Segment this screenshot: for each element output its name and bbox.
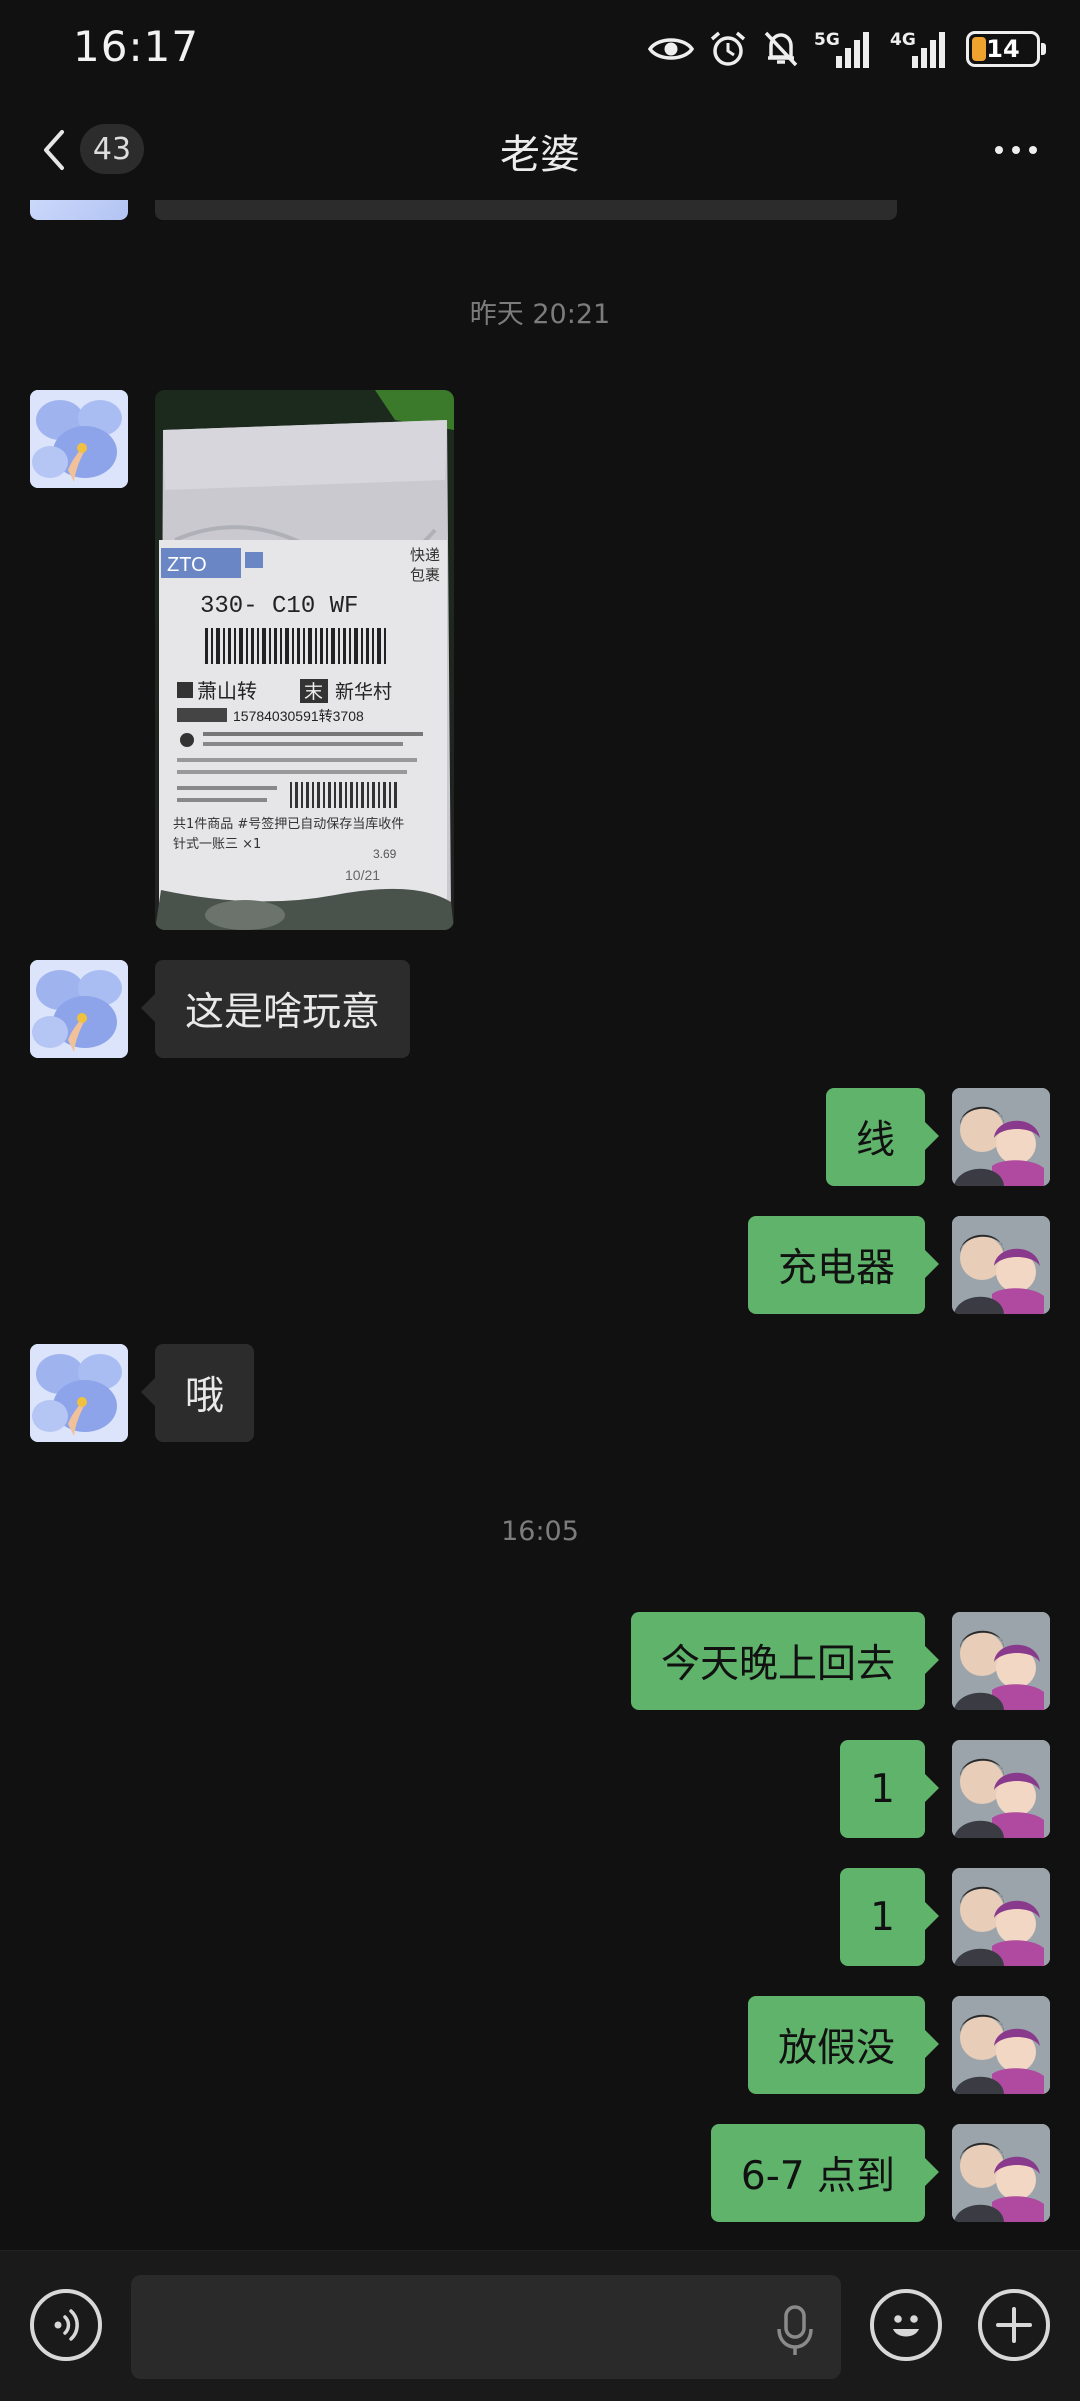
package-label-photo: ZTO 快递 包裹 330- C10 WF 萧山转 末 新华村 15784030… bbox=[155, 390, 454, 930]
previous-message-bubble[interactable] bbox=[155, 200, 897, 220]
avatar-self[interactable] bbox=[952, 1868, 1050, 1966]
message-bubble-outgoing[interactable]: 1 bbox=[840, 1868, 939, 1966]
voice-mode-button[interactable] bbox=[30, 2289, 102, 2361]
dot-icon bbox=[1029, 146, 1037, 154]
signal-5g: 5G bbox=[814, 26, 876, 72]
label-footer2: 针式一账三 ×1 bbox=[173, 837, 261, 852]
message-bubble-outgoing[interactable]: 6-7 点到 bbox=[710, 2124, 940, 2222]
message-bubble-incoming[interactable]: 这是啥玩意 bbox=[140, 960, 411, 1058]
emoji-button[interactable] bbox=[870, 2289, 942, 2361]
label-dest-mid: 末 bbox=[304, 681, 323, 703]
flower-avatar-image bbox=[30, 390, 128, 488]
plus-icon bbox=[996, 2307, 1032, 2343]
label-brand: ZTO bbox=[167, 554, 207, 576]
message-bubble-outgoing[interactable]: 线 bbox=[825, 1088, 940, 1186]
more-functions-button[interactable] bbox=[978, 2289, 1050, 2361]
label-phone: 15784030591转3708 bbox=[233, 708, 364, 724]
status-icons: 5G 4G 14 bbox=[648, 24, 1046, 74]
chat-title: 老婆 bbox=[500, 132, 580, 178]
label-footer: 共1件商品 #号签押已自动保存当库收件 bbox=[173, 816, 404, 832]
avatar-contact[interactable] bbox=[30, 960, 128, 1058]
label-sort-code: 330- C10 WF bbox=[200, 593, 358, 620]
avatar-contact[interactable] bbox=[30, 200, 128, 220]
label-dest2: 新华村 bbox=[335, 681, 392, 703]
label-date: 10/21 bbox=[345, 867, 380, 883]
message-bubble-outgoing[interactable]: 充电器 bbox=[747, 1216, 940, 1314]
flower-avatar-image bbox=[30, 1344, 128, 1442]
avatar-self[interactable] bbox=[952, 1216, 1050, 1314]
input-bar bbox=[0, 2250, 1080, 2401]
avatar-self[interactable] bbox=[952, 1612, 1050, 1710]
signal-bars-icon bbox=[836, 32, 869, 68]
mute-bell-icon bbox=[764, 31, 798, 67]
avatar-self[interactable] bbox=[952, 1740, 1050, 1838]
signal-4g: 4G bbox=[890, 26, 952, 72]
dot-icon bbox=[995, 146, 1003, 154]
message-bubble-outgoing[interactable]: 1 bbox=[840, 1740, 939, 1838]
avatar-self[interactable] bbox=[952, 1088, 1050, 1186]
signal-bars-icon bbox=[912, 32, 945, 68]
label-tag1: 快递 bbox=[410, 546, 440, 564]
more-options-button[interactable] bbox=[984, 128, 1048, 172]
battery-level: 14 bbox=[986, 35, 1020, 63]
couple-avatar-image bbox=[952, 1088, 1050, 1186]
couple-avatar-image bbox=[952, 1612, 1050, 1710]
alarm-icon bbox=[710, 31, 746, 66]
battery-icon: 14 bbox=[966, 31, 1046, 67]
flower-avatar-image bbox=[30, 960, 128, 1058]
chat-header: 43 老婆 bbox=[0, 100, 1080, 200]
dot-icon bbox=[1012, 146, 1020, 154]
smiley-icon bbox=[893, 2315, 919, 2337]
status-time: 16:17 bbox=[73, 22, 200, 71]
message-bubble-incoming[interactable]: 哦 bbox=[140, 1344, 255, 1442]
message-bubble-outgoing[interactable]: 放假没 bbox=[747, 1996, 940, 2094]
label-dest1: 萧山转 bbox=[197, 679, 257, 703]
avatar-contact[interactable] bbox=[30, 390, 128, 488]
avatar-self[interactable] bbox=[952, 1996, 1050, 2094]
label-weight: 3.69 bbox=[373, 847, 397, 861]
timestamp: 昨天 20:21 bbox=[469, 299, 611, 330]
timestamp: 16:05 bbox=[501, 1516, 579, 1547]
voice-waves-icon bbox=[54, 2309, 79, 2341]
label-tag2: 包裹 bbox=[410, 566, 440, 584]
couple-avatar-image bbox=[952, 2124, 1050, 2222]
couple-avatar-image bbox=[952, 1216, 1050, 1314]
couple-avatar-image bbox=[952, 1868, 1050, 1966]
eye-icon bbox=[648, 38, 694, 60]
message-list[interactable]: 昨天 20:21 ZTO 快递 包裹 330- C10 WF 萧山转 末 新华村… bbox=[0, 200, 1080, 2250]
couple-avatar-image bbox=[952, 1740, 1050, 1838]
message-bubble-outgoing[interactable]: 今天晚上回去 bbox=[630, 1612, 940, 1710]
status-bar: 16:17 5G 4G 14 bbox=[0, 0, 1080, 100]
couple-avatar-image bbox=[952, 1996, 1050, 2094]
message-input[interactable] bbox=[131, 2275, 841, 2379]
photo-message[interactable]: ZTO 快递 包裹 330- C10 WF 萧山转 末 新华村 15784030… bbox=[155, 390, 454, 930]
avatar-self[interactable] bbox=[952, 2124, 1050, 2222]
avatar-contact[interactable] bbox=[30, 1344, 128, 1442]
microphone-icon[interactable] bbox=[773, 2303, 817, 2359]
